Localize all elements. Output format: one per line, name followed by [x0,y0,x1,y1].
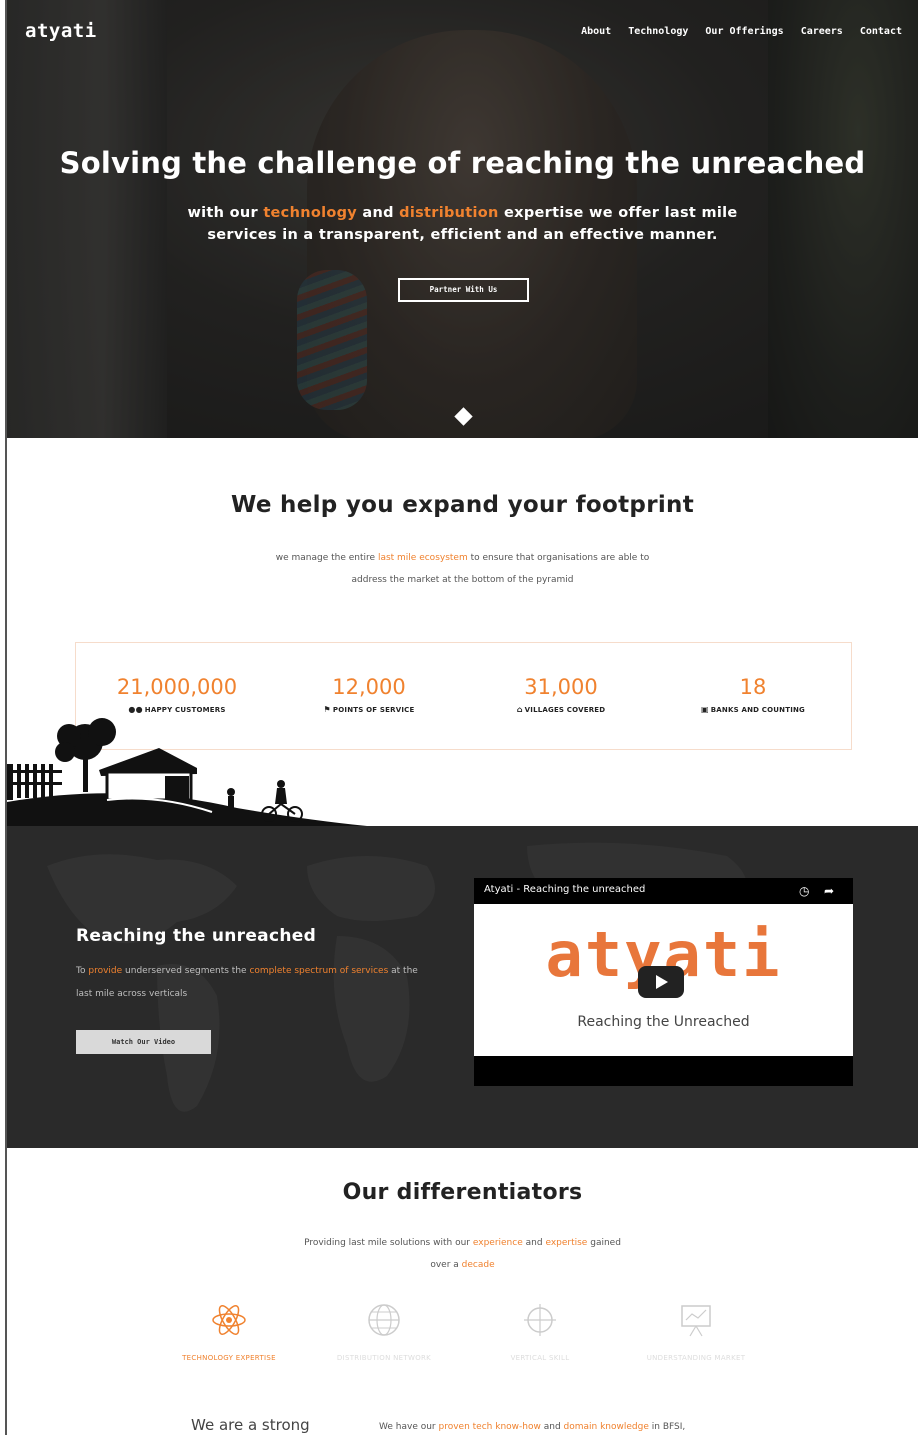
village-illustration [7,718,367,828]
hero-subtitle-line2: services in a transparent, efficient and… [207,227,718,243]
presentation-icon [681,1305,711,1337]
differentiators-text: and [525,1238,543,1248]
stat-value: 18 [739,675,767,699]
hero-highlight-distribution: distribution [399,205,499,221]
video-section-text: To [76,966,86,976]
globe-icon [368,1304,400,1336]
differentiator-label: TECHNOLOGY EXPERTISE [182,1354,276,1362]
video-section-highlight: provide [88,966,123,976]
video-section-text-line2: last mile across verticals [76,989,188,999]
nav-item-our-offerings[interactable]: Our Offerings [705,26,783,37]
footprint-text: to ensure that organisations are able to [470,553,650,563]
stat-happy-customers: 21,000,000 ●● HAPPY CUSTOMERS [82,675,272,714]
differentiator-distribution-network[interactable]: DISTRIBUTION NETWORK [299,1300,469,1362]
differentiators-text: gained [590,1238,621,1248]
differentiator-label: DISTRIBUTION NETWORK [336,1354,432,1362]
differentiators-highlight: expertise [545,1238,588,1248]
crosshair-icon [524,1304,556,1336]
stat-banks-and-counting: 18 ▣ BANKS AND COUNTING [658,675,848,714]
video-section-text: at the [391,966,418,976]
footprint-text: we manage the entire [275,553,376,563]
differentiator-technology-expertise[interactable]: TECHNOLOGY EXPERTISE [144,1300,314,1362]
video-section-text: underserved segments the [125,966,247,976]
strong-description: We have our proven tech know-how and dom… [379,1422,685,1432]
nav-item-technology[interactable]: Technology [628,26,688,37]
video-title[interactable]: Atyati - Reaching the unreached [474,878,853,904]
hero-section: atyati About Technology Our Offerings Ca… [7,0,918,438]
hero-highlight-technology: technology [263,205,358,221]
strong-text: and [543,1422,561,1432]
stat-villages-covered: 31,000 ⌂ VILLAGES COVERED [466,675,656,714]
page-left-border [0,0,7,1435]
differentiator-label: VERTICAL SKILL [510,1354,570,1362]
watch-later-icon[interactable]: ◷ [799,884,809,898]
hero-subtitle-text: with our [187,205,258,221]
differentiators-highlight: decade [461,1260,495,1270]
differentiators-description: Providing last mile solutions with our e… [277,1232,648,1276]
atom-icon [212,1305,246,1335]
stat-value: 12,000 [332,675,406,699]
watch-our-video-button[interactable]: Watch Our Video [76,1030,211,1054]
share-icon[interactable]: ➦ [824,884,834,898]
stat-points-of-service: 12,000 ⚑ POINTS OF SERVICE [274,675,464,714]
strong-highlight: domain knowledge [563,1422,649,1432]
differentiator-vertical-skill[interactable]: VERTICAL SKILL [455,1300,625,1362]
strong-text: We have our [379,1422,436,1432]
stat-value: 31,000 [524,675,598,699]
footprint-description: we manage the entire last mile ecosystem… [237,547,688,591]
hero-subtitle-text: expertise we offer last mile [504,205,738,221]
stat-label: BANKS AND COUNTING [710,706,806,714]
play-icon[interactable] [638,966,684,998]
video-section-description: To provide underserved segments the comp… [76,960,456,1006]
footprint-title: We help you expand your footprint [230,492,694,518]
nav-item-about[interactable]: About [581,26,611,37]
hero-subtitle-text: and [362,205,394,221]
hero-subtitle: with our technology and distribution exp… [7,202,918,246]
video-section: Reaching the unreached To provide unders… [7,826,918,1148]
video-section-title: Reaching the unreached [76,926,317,946]
differentiators-title: Our differentiators [342,1180,583,1205]
video-section-highlight: complete spectrum of services [249,966,389,976]
hero-title: Solving the challenge of reaching the un… [59,146,866,180]
footprint-highlight: last mile ecosystem [377,553,468,563]
differentiators-text: over a [430,1260,459,1270]
strong-text: in BFSI, [651,1422,686,1432]
differentiators-text: Providing last mile solutions with our [304,1238,470,1248]
footprint-text-line2: address the market at the bottom of the … [351,575,574,585]
strong-highlight: proven tech know-how [438,1422,541,1432]
stat-label: VILLAGES COVERED [524,706,606,714]
main-nav: About Technology Our Offerings Careers C… [581,26,902,37]
bank-icon: ▣ [700,705,709,714]
video-tagline: Reaching the Unreached [577,1014,750,1030]
stat-value: 21,000,000 [116,675,238,699]
nav-item-careers[interactable]: Careers [801,26,843,37]
nav-item-contact[interactable]: Contact [860,26,902,37]
differentiator-understanding-market[interactable]: UNDERSTANDING MARKET [611,1300,781,1362]
differentiators-highlight: experience [472,1238,523,1248]
brand-logo[interactable]: atyati [25,20,97,42]
page: atyati About Technology Our Offerings Ca… [7,0,918,1435]
partner-with-us-button[interactable]: Partner With Us [398,278,529,302]
video-player[interactable]: Atyati - Reaching the unreached ◷ ➦ atya… [474,878,853,1086]
video-thumbnail[interactable]: atyati Reaching the Unreached [474,904,853,1056]
home-icon: ⌂ [516,705,523,714]
strong-heading: We are a strong [191,1416,310,1434]
differentiator-label: UNDERSTANDING MARKET [646,1354,746,1362]
